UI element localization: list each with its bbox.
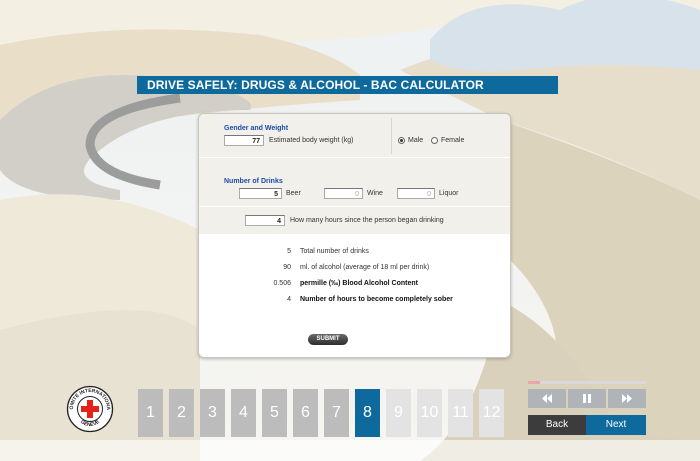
page-button-12[interactable]: 12 [479,389,504,437]
page-button-1[interactable]: 1 [138,389,163,437]
page-button-8-current[interactable]: 8 [355,389,380,437]
hours-label: How many hours since the person began dr… [290,217,444,224]
page-button-2[interactable]: 2 [169,389,194,437]
wine-label: Wine [367,190,383,197]
liquor-input[interactable]: 0 [397,188,435,199]
result-value: 90 [283,264,291,271]
page-button-5[interactable]: 5 [262,389,287,437]
liquor-label: Liquor [439,190,459,197]
page-button-9[interactable]: 9 [386,389,411,437]
submit-button[interactable]: SUBMIT [308,334,348,345]
page-button-11[interactable]: 11 [448,389,473,437]
result-label: Number of hours to become completely sob… [300,296,453,303]
result-label: Total number of drinks [300,248,369,255]
beer-label: Beer [286,190,301,197]
gender-female-label: Female [441,137,465,144]
page-button-6[interactable]: 6 [293,389,318,437]
fast-forward-icon [622,394,632,403]
page-button-3[interactable]: 3 [200,389,225,437]
result-label: ml. of alcohol (average of 18 ml per dri… [300,264,430,271]
result-value: 5 [287,248,291,255]
media-progress-bar[interactable] [528,381,646,384]
rewind-button[interactable] [528,389,566,408]
drinks-header: Number of Drinks [224,178,283,185]
red-cross-emblem: COMITE INTERNATIONAL GENEVE [66,385,114,433]
wine-input[interactable]: 0 [324,188,363,199]
gender-weight-header: Gender and Weight [224,125,289,132]
title-bar: DRIVE SAFELY: DRUGS & ALCOHOL - BAC CALC… [137,76,558,94]
beer-input[interactable]: 5 [239,188,282,199]
bac-calculator-panel: Gender and Weight 77 Estimated body weig… [198,113,511,358]
gender-male-radio[interactable] [398,137,405,144]
result-value: 4 [287,296,291,303]
pause-button[interactable] [568,389,606,408]
weight-input[interactable]: 77 [224,135,264,146]
weight-label: Estimated body weight (kg) [269,137,354,144]
result-label: permille (‰) Blood Alcohol Content [300,280,418,287]
page-button-4[interactable]: 4 [231,389,256,437]
divider [391,118,392,154]
pause-icon [583,394,591,403]
page-title: DRIVE SAFELY: DRUGS & ALCOHOL - BAC CALC… [147,78,484,92]
page-button-10[interactable]: 10 [417,389,442,437]
rewind-icon [542,394,552,403]
result-value: 0.506 [273,280,291,287]
media-progress-fill [528,381,540,384]
back-button[interactable]: Back [528,415,586,435]
page-button-7[interactable]: 7 [324,389,349,437]
fast-forward-button[interactable] [608,389,646,408]
next-button[interactable]: Next [586,415,646,435]
gender-female-radio[interactable] [431,137,438,144]
gender-male-label: Male [408,137,424,144]
hours-input[interactable]: 4 [245,215,285,226]
